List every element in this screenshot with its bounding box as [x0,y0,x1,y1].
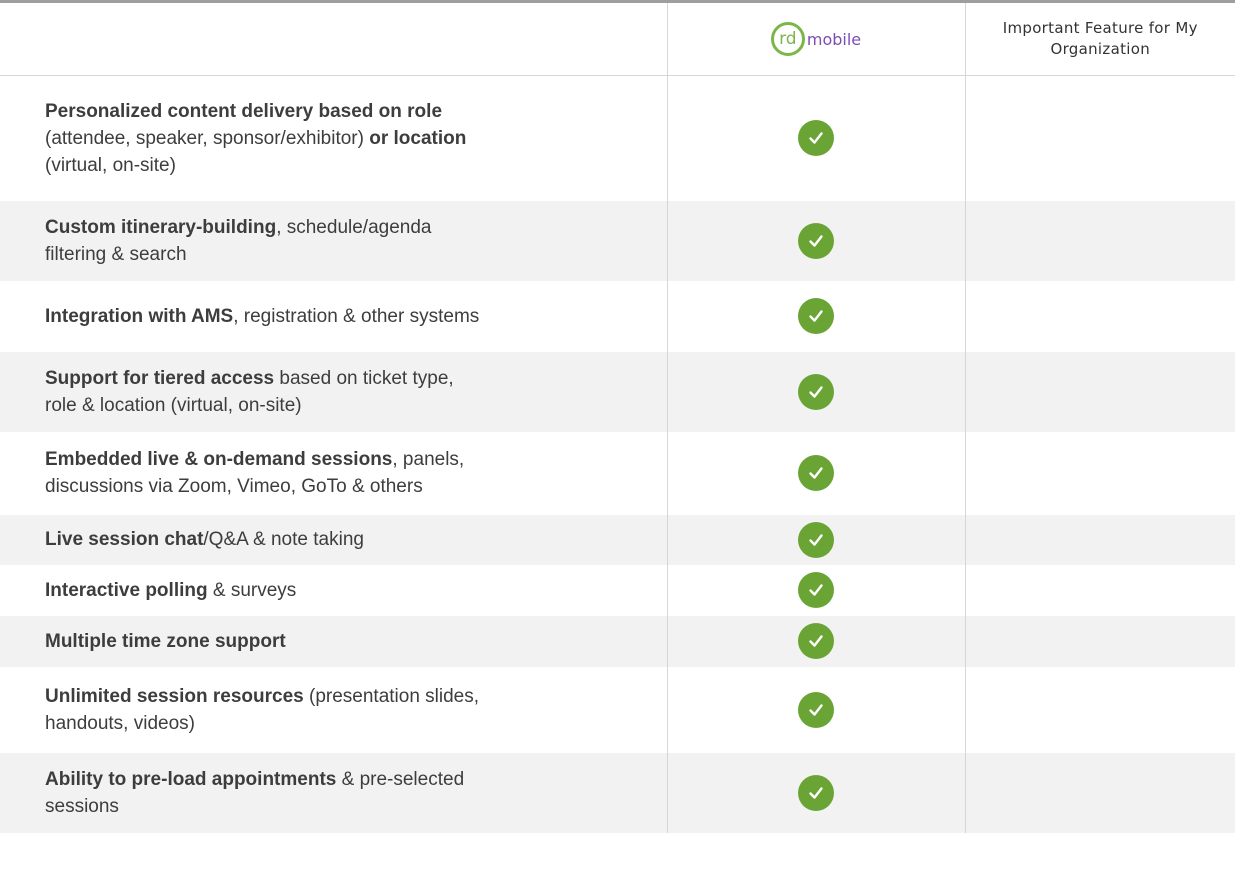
feature-text: (attendee, speaker, sponsor/exhibitor) [45,127,370,149]
logo-wordmark: mobile [806,29,862,49]
importance-cell[interactable] [964,431,1235,515]
feature-description: Support for tiered access based on ticke… [0,351,667,432]
feature-bold-text: Ability to pre-load appointments [45,768,337,790]
table-row: Custom itinerary-building, schedule/agen… [0,200,1235,281]
feature-comparison-table: rd mobile Important Feature for My Organ… [0,3,1235,833]
check-icon [798,373,834,410]
check-icon [798,774,834,811]
feature-bold-text: Interactive polling [45,579,208,601]
importance-cell[interactable] [964,666,1235,753]
feature-text: , schedule/agenda [276,216,432,238]
table-row: Live session chat/Q&A & note taking [0,514,1235,565]
feature-text: discussions via Zoom, Vimeo, GoTo & othe… [45,476,423,497]
header-logo-cell: rd mobile [666,3,965,76]
feature-bold-text: Integration with AMS [45,305,234,327]
feature-text: based on ticket type, [274,367,454,389]
header-importance-cell: Important Feature for My Organization [964,3,1235,76]
feature-text: (virtual, on-site) [45,154,176,176]
rd-mobile-check-cell [666,431,965,515]
table-row: Unlimited session resources (presentatio… [0,666,1235,753]
importance-cell[interactable] [964,75,1235,201]
importance-cell[interactable] [964,351,1235,432]
feature-bold-text: or location [369,127,467,149]
rd-mobile-check-cell [666,280,965,352]
importance-column-title: Important Feature for My Organization [1002,19,1198,58]
rd-mobile-check-cell [666,200,965,281]
table-row: Embedded live & on-demand sessions, pane… [0,431,1235,515]
feature-bold-text: Support for tiered access [45,367,275,389]
table-row: Interactive polling & surveys [0,564,1235,616]
feature-text: /Q&A & note taking [203,529,364,550]
rd-mobile-check-cell [666,514,965,565]
feature-description: Multiple time zone support [0,615,667,667]
feature-description: Integration with AMS, registration & oth… [0,281,667,352]
check-icon [798,623,834,659]
check-icon [798,572,834,608]
rd-mobile-check-cell [666,564,965,616]
rd-mobile-check-cell [666,752,965,833]
feature-bold-text: Live session chat [45,529,204,550]
check-icon [798,298,834,334]
check-icon [798,120,834,157]
feature-description: Unlimited session resources (presentatio… [0,667,667,753]
importance-cell[interactable] [964,615,1235,667]
feature-bold-text: Custom itinerary-building [45,216,277,238]
importance-cell[interactable] [964,564,1235,616]
importance-cell[interactable] [964,752,1235,833]
check-icon [798,521,834,558]
header-feature-cell [0,3,667,76]
feature-text: filtering & search [45,243,187,265]
rd-mobile-logo: rd mobile [770,22,862,56]
feature-text: , registration & other systems [233,305,480,327]
feature-description: Interactive polling & surveys [0,565,667,616]
feature-bold-text: Multiple time zone support [45,630,286,652]
feature-text: sessions [45,795,119,817]
table-row: Ability to pre-load appointments & pre-s… [0,752,1235,833]
rd-mobile-check-cell [666,75,965,201]
table-row: Personalized content delivery based on r… [0,75,1235,201]
importance-cell[interactable] [964,200,1235,281]
logo-circle-mark: rd [770,22,805,56]
feature-text: & pre-selected [336,768,465,790]
feature-text: handouts, videos) [45,712,195,734]
feature-text: & surveys [207,579,297,601]
feature-bold-text: Personalized content delivery based on r… [45,100,443,122]
feature-text: (presentation slides, [303,685,480,707]
rd-mobile-check-cell [666,351,965,432]
feature-text: , panels, [392,449,465,470]
feature-description: Custom itinerary-building, schedule/agen… [0,200,667,281]
feature-bold-text: Unlimited session resources [45,685,304,707]
rd-mobile-check-cell [666,615,965,667]
check-icon [798,455,834,491]
feature-text: role & location (virtual, on-site) [45,394,302,416]
feature-description: Live session chat/Q&A & note taking [0,514,667,565]
feature-bold-text: Embedded live & on-demand sessions [45,449,393,470]
table-row: Support for tiered access based on ticke… [0,351,1235,432]
feature-description: Ability to pre-load appointments & pre-s… [0,752,667,833]
table-row: Integration with AMS, registration & oth… [0,280,1235,352]
importance-cell[interactable] [964,280,1235,352]
feature-description: Embedded live & on-demand sessions, pane… [0,432,667,515]
check-icon [798,222,834,259]
rd-mobile-check-cell [666,666,965,753]
check-icon [798,691,834,728]
table-row: Multiple time zone support [0,615,1235,667]
importance-cell[interactable] [964,514,1235,565]
header-row: rd mobile Important Feature for My Organ… [0,3,1235,76]
feature-description: Personalized content delivery based on r… [0,76,667,201]
